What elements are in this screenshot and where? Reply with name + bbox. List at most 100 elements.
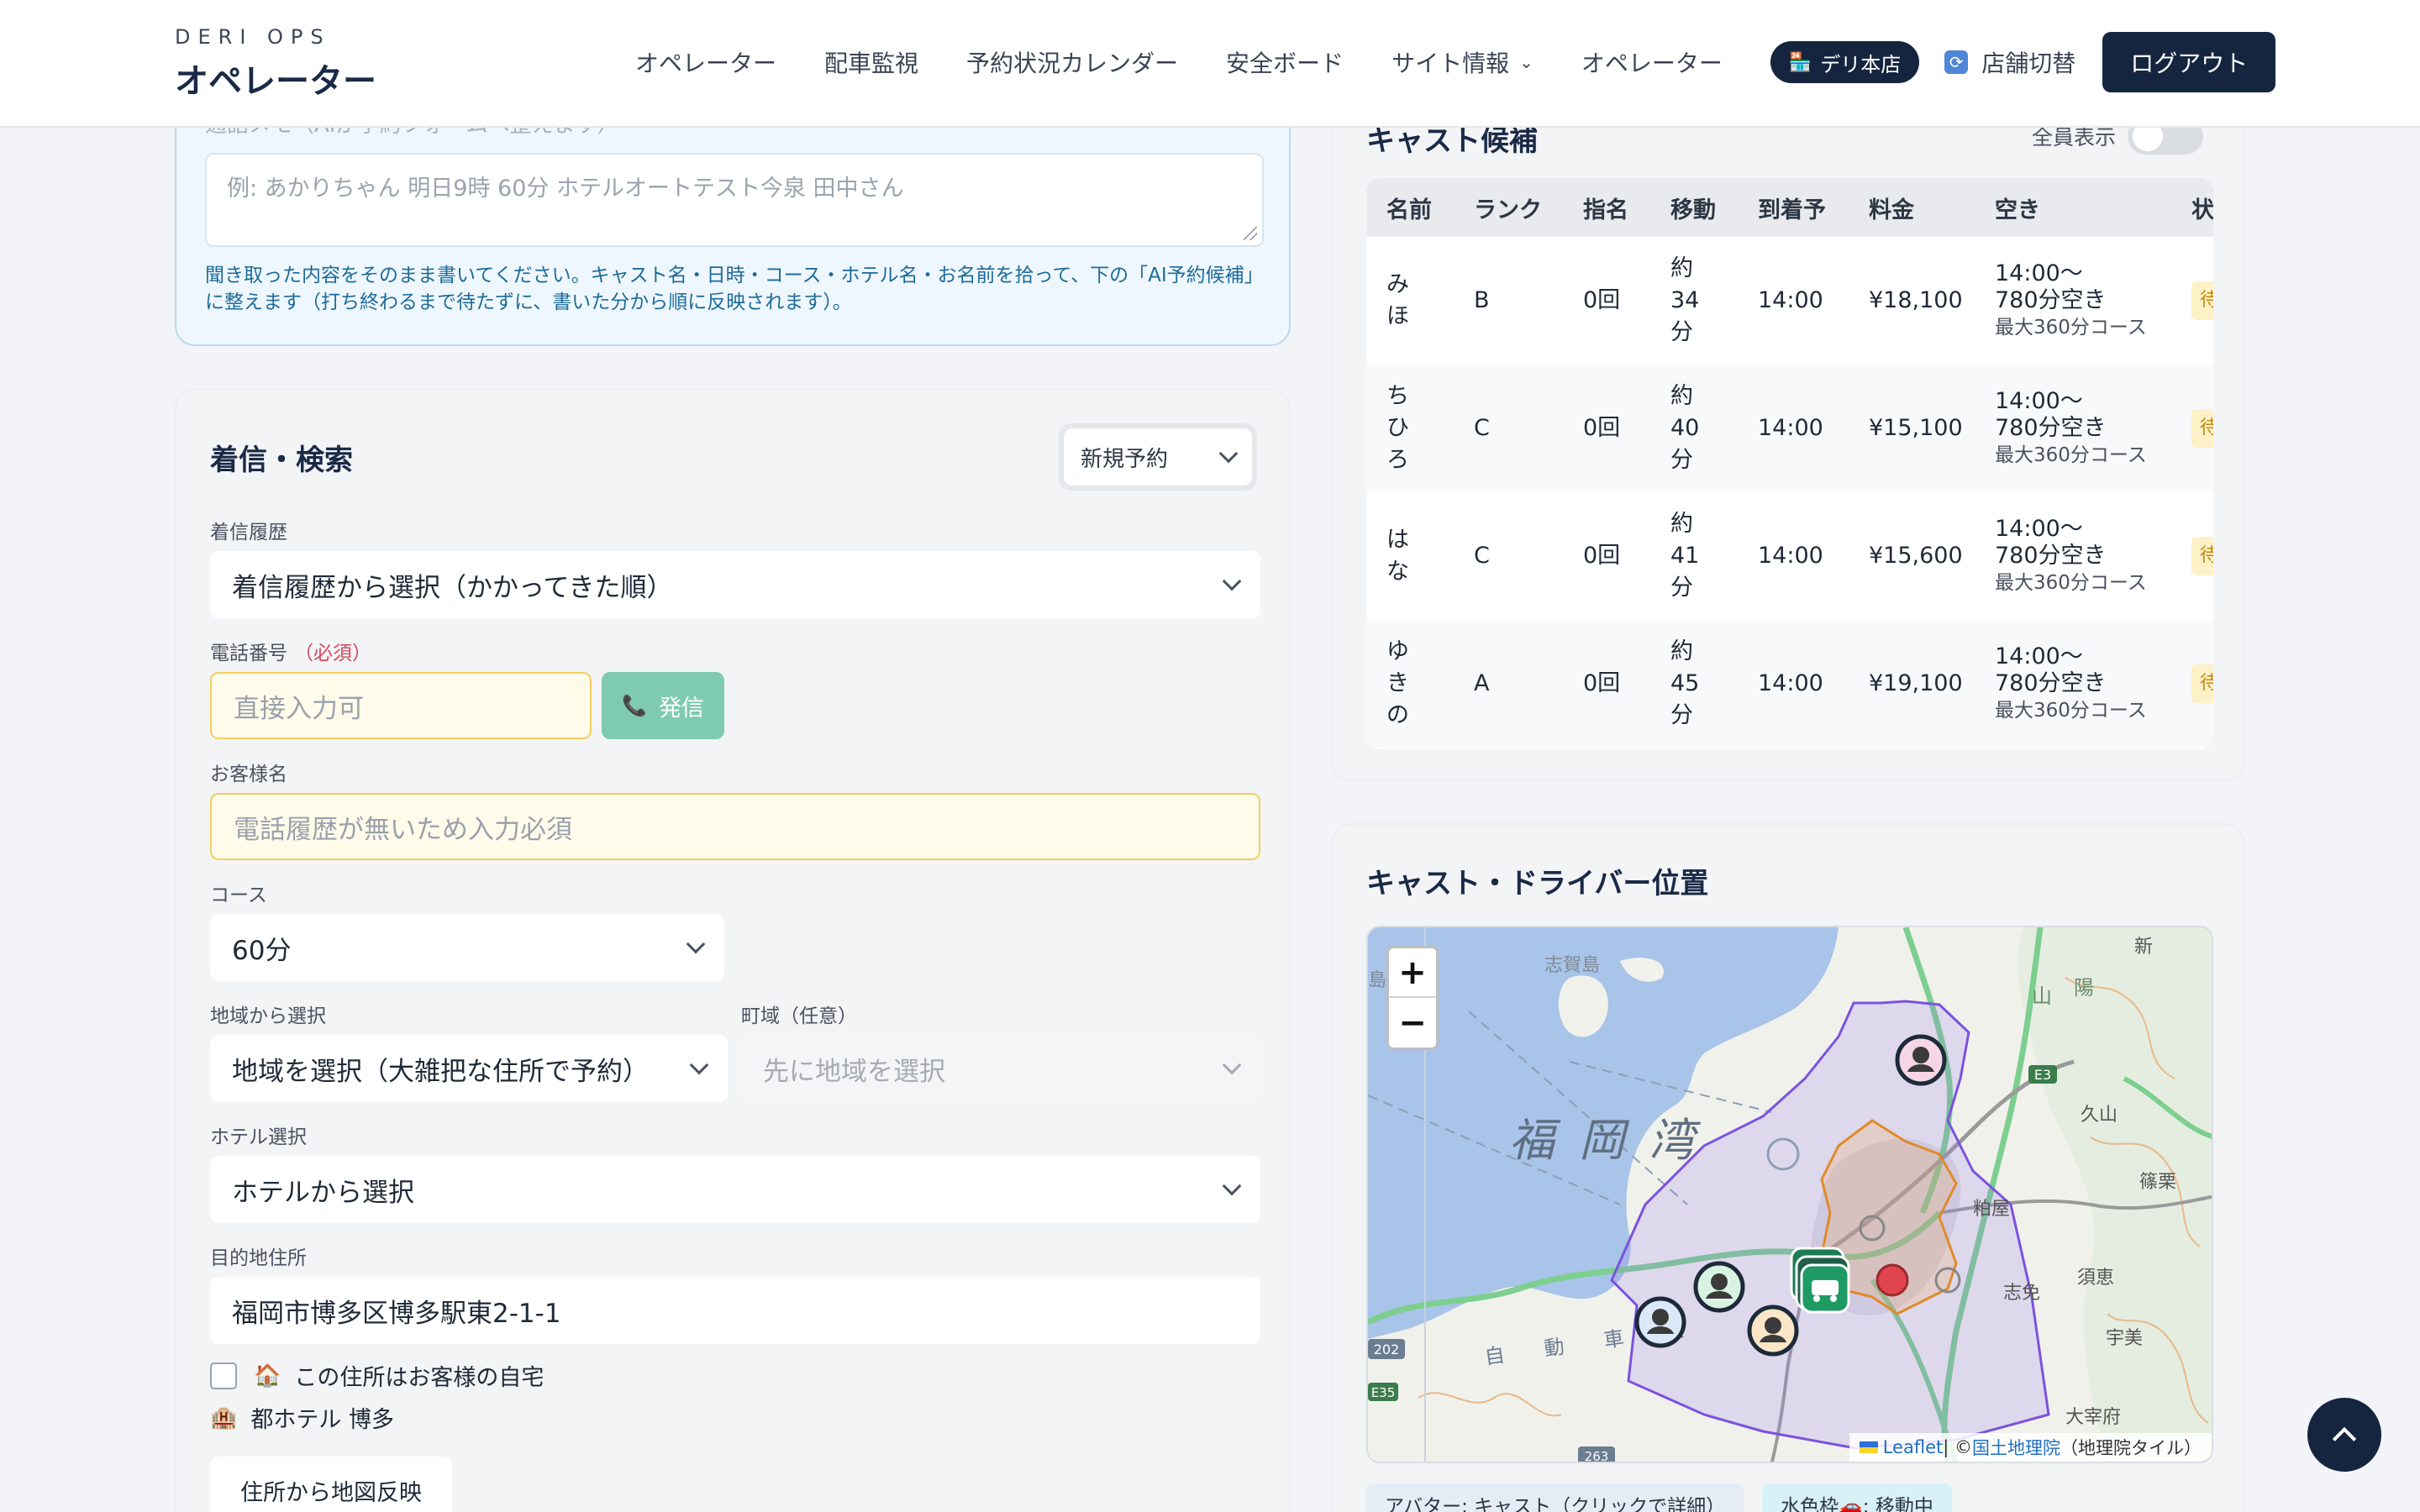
cast-name: はな: [1386, 527, 1409, 585]
brand[interactable]: DERI OPS オペレーター: [175, 25, 376, 102]
table-row[interactable]: ちひろ C 0回 約40分 14:00 ¥15,100 14:00〜780分空き…: [1366, 365, 2213, 492]
map-label-yo: 陽: [2074, 976, 2094, 1000]
resize-handle-icon[interactable]: [1244, 227, 1257, 240]
location-map[interactable]: E3 202 E35 263 福 岡 湾 志賀島 久山 篠栗 粕屋 志免 須恵 …: [1366, 926, 2213, 1463]
map-canvas[interactable]: E3 202 E35 263 福 岡 湾 志賀島 久山 篠栗 粕屋 志免 須恵 …: [1368, 927, 2213, 1463]
map-label-kuyama: 久山: [2081, 1105, 2118, 1126]
phone-input[interactable]: 直接入力可: [210, 672, 592, 739]
column-header[interactable]: 名前: [1366, 178, 1454, 237]
cast-avatar-marker[interactable]: [1634, 1296, 1686, 1348]
map-label-kasuya: 粕屋: [1973, 1199, 2010, 1220]
column-header[interactable]: 状: [2171, 178, 2213, 237]
map-label-sasaguri: 篠栗: [2139, 1172, 2176, 1193]
chevron-down-icon: [689, 1055, 709, 1075]
phone-placeholder: 直接入力可: [234, 693, 364, 724]
status-badge: 待: [2191, 664, 2213, 703]
map-label-dazaifu: 大宰府: [2065, 1407, 2121, 1428]
nav-reservation-calendar[interactable]: 予約状況カレンダー: [966, 45, 1178, 79]
logout-button[interactable]: ログアウト: [2102, 32, 2276, 92]
column-header[interactable]: 到着予: [1738, 178, 1849, 237]
map-label-bay: 福 岡 湾: [1509, 1114, 1701, 1167]
scroll-to-top-button[interactable]: [2307, 1398, 2381, 1472]
table-row[interactable]: ゆきの A 0回 約45分 14:00 ¥19,100 14:00〜780分空き…: [1366, 620, 2213, 748]
address-label: 目的地住所: [210, 1247, 307, 1269]
cast-nominations: 0回: [1583, 543, 1621, 569]
cast-free-slot: 14:00〜780分空き: [1995, 260, 2107, 313]
nav-site-info[interactable]: サイト情報 ⌄: [1392, 45, 1534, 79]
call-history-select[interactable]: 着信履歴から選択（かかってきた順）: [210, 551, 1260, 618]
hotel-select[interactable]: ホテルから選択: [210, 1156, 1260, 1223]
cast-avatar-marker[interactable]: [1747, 1305, 1799, 1357]
nav-operator-2[interactable]: オペレーター: [1581, 45, 1723, 79]
gsi-link[interactable]: 国土地理院: [1972, 1435, 2060, 1460]
home-address-checkbox[interactable]: [210, 1362, 237, 1389]
town-label: 町域（任意）: [741, 1005, 857, 1027]
incoming-search-panel: 着信・検索 新規予約 着信履歴 着信履歴から選択（かかってきた順） 電話番号 （必…: [175, 388, 1291, 1512]
call-button[interactable]: 📞 発信: [602, 672, 724, 739]
area-select[interactable]: 地域を選択（大雑把な住所で予約）: [210, 1035, 728, 1102]
cast-move-time: 約45分: [1670, 638, 1700, 728]
driver-car-marker[interactable]: [1790, 1247, 1850, 1314]
cast-rank: A: [1454, 620, 1563, 748]
cast-avatar-marker[interactable]: [1693, 1261, 1745, 1313]
chevron-down-icon: [1222, 1176, 1242, 1196]
cast-name: ちひろ: [1386, 383, 1409, 473]
address-input[interactable]: 福岡市博多区博多駅東2-1-1: [210, 1277, 1260, 1344]
map-label-umi: 宇美: [2106, 1328, 2143, 1349]
table-row[interactable]: みほ B 0回 約34分 14:00 ¥18,100 14:00〜780分空き最…: [1366, 237, 2213, 365]
mode-select[interactable]: 新規予約: [1064, 428, 1252, 486]
chevron-down-icon: [1222, 1055, 1242, 1075]
cast-free-slot: 14:00〜780分空き: [1995, 388, 2107, 441]
cast-nominations: 0回: [1563, 365, 1650, 492]
phone-label-text: 電話番号: [210, 643, 287, 664]
attribution-separator: | ©: [1943, 1437, 1972, 1457]
leaflet-link[interactable]: Leaflet: [1883, 1437, 1944, 1457]
call-memo-textarea[interactable]: 例: あかりちゃん 明日9時 60分 ホテルオートテスト今泉 田中さん: [205, 153, 1264, 247]
customer-name-input[interactable]: 電話履歴が無いため入力必須: [210, 793, 1260, 860]
house-icon: 🏠: [254, 1362, 281, 1389]
hotel-icon: 🏨: [210, 1404, 238, 1431]
area-value: 地域を選択（大雑把な住所で予約）: [232, 1056, 649, 1087]
map-reflect-button[interactable]: 住所から地図反映: [210, 1457, 452, 1512]
store-switch-button[interactable]: ⟳ 店舗切替: [1944, 45, 2075, 79]
nav-operator[interactable]: オペレーター: [635, 45, 776, 79]
cast-free-sub: 最大360分コース: [1995, 444, 2147, 466]
town-select[interactable]: 先に地域を選択: [741, 1035, 1260, 1102]
map-label-shima: 島: [1368, 970, 1386, 991]
course-value: 60分: [232, 935, 292, 966]
destination-marker[interactable]: [1876, 1263, 1909, 1297]
cast-avatar-marker[interactable]: [1895, 1034, 1947, 1086]
zoom-out-button[interactable]: −: [1389, 998, 1436, 1047]
table-row[interactable]: はな C 0回 約41分 14:00 ¥15,600 14:00〜780分空き最…: [1366, 492, 2213, 620]
chevron-down-icon: [1218, 444, 1239, 464]
zoom-in-button[interactable]: +: [1389, 948, 1436, 998]
cast-free-sub: 最大360分コース: [1995, 572, 2147, 594]
brand-subtitle: DERI OPS: [175, 25, 331, 49]
chevron-down-icon: [686, 934, 706, 954]
shop-badge[interactable]: 🏪 デリ本店: [1770, 41, 1920, 83]
cast-fee: ¥15,100: [1849, 365, 1975, 492]
map-label-e35: E35: [1371, 1385, 1396, 1400]
hotel-label: ホテル選択: [210, 1126, 307, 1148]
cast-fee: ¥19,100: [1849, 620, 1975, 748]
course-select[interactable]: 60分: [210, 914, 724, 981]
column-header[interactable]: ランク: [1454, 178, 1563, 237]
column-header[interactable]: 指名: [1563, 178, 1650, 237]
nav-safety-board[interactable]: 安全ボード: [1226, 45, 1344, 79]
course-label: コース: [210, 885, 267, 906]
nav-dispatch-monitor[interactable]: 配車監視: [824, 45, 918, 79]
column-header[interactable]: 移動: [1650, 178, 1738, 237]
attribution-tail: （地理院タイル）: [2060, 1438, 2202, 1458]
refresh-icon: ⟳: [1944, 50, 1969, 74]
column-header[interactable]: 空き: [1975, 178, 2171, 237]
column-header[interactable]: 料金: [1849, 178, 1975, 237]
brand-title: オペレーター: [175, 62, 376, 101]
call-history-value: 着信履歴から選択（かかってきた順）: [232, 572, 673, 603]
selected-hotel-name: 都ホテル 博多: [250, 1407, 394, 1433]
mode-select-value: 新規予約: [1081, 446, 1169, 472]
map-label-sue: 須恵: [2077, 1268, 2114, 1289]
map-label-shikanoshima: 志賀島: [1544, 955, 1600, 976]
cast-rank: B: [1474, 287, 1490, 313]
cast-candidates-panel: キャスト候補 全員表示 名前 ランク 指名 移動 到着予 料金 空き 状 みほ …: [1331, 84, 2245, 781]
chevron-down-icon: ⌄: [1519, 52, 1534, 72]
